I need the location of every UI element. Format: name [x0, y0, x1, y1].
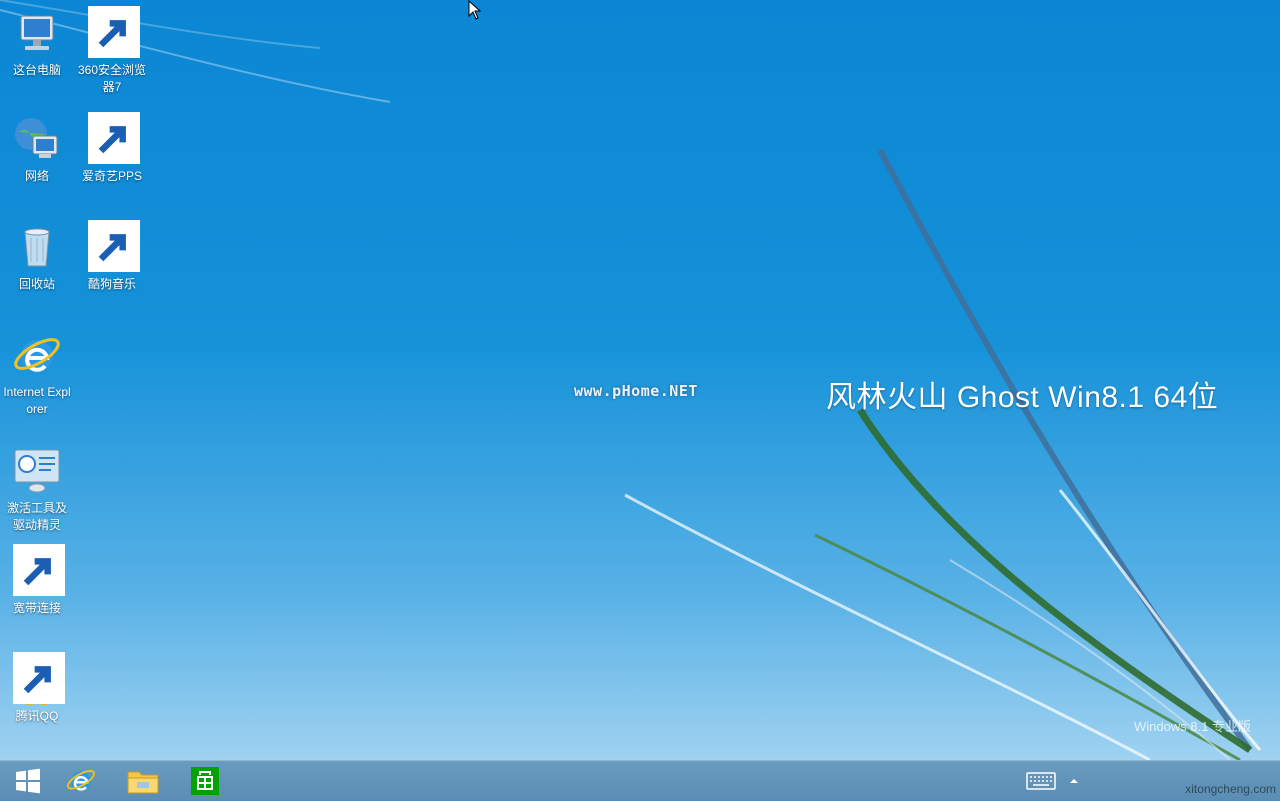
windows-logo-icon	[16, 768, 40, 794]
site-watermark-text: xitongcheng.com	[1185, 782, 1276, 796]
desktop-icon-label: 网络	[24, 169, 49, 183]
desktop-icon-activation-tools[interactable]: 激活工具及驱动精灵	[0, 446, 74, 534]
chevron-up-icon	[1070, 779, 1078, 783]
folder-icon	[127, 771, 159, 794]
show-hidden-icons-button[interactable]	[1068, 761, 1080, 801]
shortcut-arrow-icon	[88, 6, 140, 58]
360-browser-icon	[86, 6, 140, 60]
ie-icon	[66, 770, 96, 791]
desktop-icon-label: 360安全浏览器7	[77, 63, 147, 94]
iqiyi-icon: iQIYI	[86, 112, 140, 166]
shortcut-arrow-icon	[13, 652, 65, 704]
windows-version-text: Windows 8.1 专业版	[1134, 719, 1252, 734]
desktop-icon-network[interactable]: 网络	[0, 114, 74, 185]
keyboard-icon	[1026, 772, 1056, 790]
shortcut-arrow-icon	[88, 112, 140, 164]
desktop-icon-internet-explorer[interactable]: Internet Explorer	[0, 330, 74, 418]
desktop-icon-label: Internet Explorer	[3, 385, 71, 416]
desktop-icon-label: 爱奇艺PPS	[81, 169, 142, 183]
taskbar	[0, 760, 1280, 801]
taskbar-store-button[interactable]	[177, 761, 233, 801]
touch-keyboard-button[interactable]	[1026, 761, 1056, 801]
desktop-icon-label: 酷狗音乐	[87, 277, 136, 291]
desktop-icon-broadband[interactable]: 宽带连接	[0, 544, 74, 617]
desktop-icon-this-pc[interactable]: 这台电脑	[0, 8, 74, 79]
kugou-icon: K	[86, 220, 140, 274]
ie-icon	[11, 330, 63, 382]
store-icon	[191, 767, 219, 795]
desktop-wallpaper: 风林火山 Ghost Win8.1 64位 www.pHome.NET Wind…	[0, 0, 1280, 760]
computer-icon	[11, 8, 63, 60]
shortcut-arrow-icon	[13, 544, 65, 596]
desktop-icon-tencent-qq[interactable]: 腾讯QQ	[0, 652, 74, 725]
activation-tools-icon	[11, 446, 63, 498]
qq-penguin-icon	[11, 652, 65, 706]
desktop-icon-iqiyi[interactable]: iQIYI 爱奇艺PPS	[75, 112, 149, 185]
watermark-text: www.pHome.NET	[574, 382, 698, 400]
mouse-cursor-icon	[468, 0, 482, 20]
network-icon	[11, 114, 63, 166]
wallpaper-brand-text: 风林火山 Ghost Win8.1 64位	[826, 381, 1219, 414]
desktop-icon-recycle-bin[interactable]: 回收站	[0, 222, 74, 293]
shortcut-arrow-icon	[88, 220, 140, 272]
start-button[interactable]	[0, 761, 56, 801]
desktop-icon-label: 腾讯QQ	[15, 709, 59, 723]
desktop-icon-label: 宽带连接	[12, 601, 61, 615]
desktop-icon-kugou[interactable]: K 酷狗音乐	[75, 220, 149, 293]
desktop-icon-360-browser[interactable]: 360安全浏览器7	[75, 6, 149, 96]
recycle-bin-icon	[11, 222, 63, 274]
taskbar-ie-button[interactable]	[53, 761, 109, 801]
desktop-icon-label: 回收站	[18, 277, 55, 291]
taskbar-file-explorer-button[interactable]	[115, 761, 171, 801]
broadband-connection-icon	[11, 544, 65, 598]
desktop-icon-label: 激活工具及驱动精灵	[6, 501, 67, 532]
desktop-icon-label: 这台电脑	[12, 63, 61, 77]
